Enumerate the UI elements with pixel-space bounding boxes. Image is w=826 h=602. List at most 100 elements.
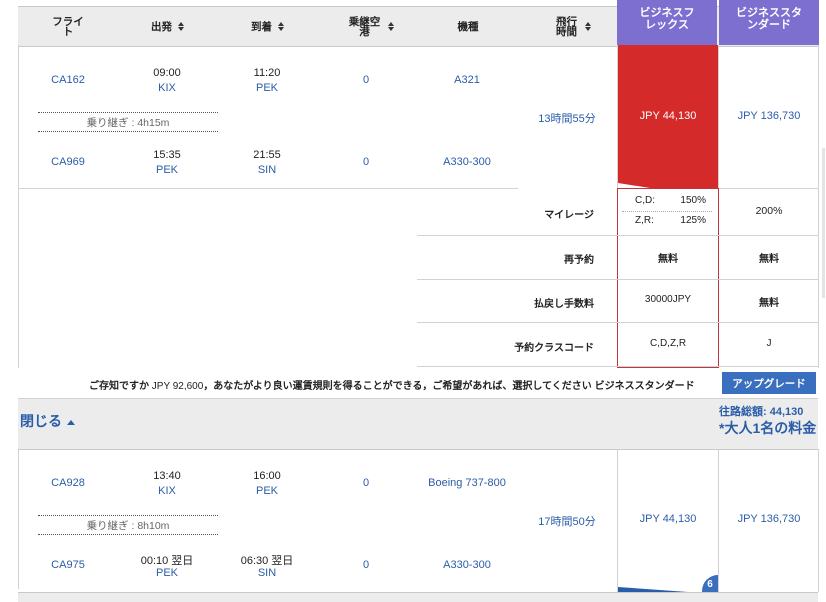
fare-cell-business-flex-selected[interactable]: JPY 44,130 — [618, 45, 718, 188]
flight-number-link[interactable]: CA928 — [38, 477, 98, 489]
divider — [18, 188, 518, 189]
fare-cell-business-standard[interactable]: JPY 136,730 — [719, 110, 819, 122]
close-label: 閉じる — [20, 413, 62, 429]
divider — [38, 131, 218, 132]
mileage-percent: 125% — [680, 215, 706, 226]
depart-time: 13:40 — [153, 470, 181, 482]
transit-count: 0 — [362, 559, 370, 571]
depart-airport: KIX — [158, 485, 176, 497]
aircraft-link[interactable]: A321 — [427, 74, 507, 86]
scrollbar[interactable] — [822, 148, 825, 298]
upgrade-button[interactable]: アップグレード — [722, 372, 816, 394]
divider — [417, 235, 818, 236]
class-code-fare1: C,D,Z,R — [649, 338, 687, 349]
sort-icon[interactable] — [387, 22, 395, 31]
mileage-percent: 150% — [680, 195, 706, 206]
class-code-fare2: J — [766, 338, 772, 349]
header-fare-business-standard: ビジネススタンダード — [719, 0, 819, 45]
header-flight: フライト — [38, 7, 98, 46]
mileage-fare2: 200% — [755, 205, 783, 217]
depart-time: 00:10 翌日 — [140, 555, 194, 567]
arrive-airport: PEK — [255, 485, 278, 497]
arrive-airport: PEK — [255, 82, 278, 94]
rule-label-mileage: マイレージ — [544, 210, 594, 221]
header-transit-label: 乗継空港 — [348, 15, 381, 38]
sort-icon[interactable] — [584, 22, 592, 31]
divider — [38, 534, 218, 535]
layover-label: 乗り継ぎ — [86, 117, 129, 129]
upgrade-text: ，あなたがより良い運賃規則を得ることができる，ご希望があれば、選択してください — [203, 381, 592, 392]
divider — [417, 279, 818, 280]
refund-fare2: 無料 — [759, 298, 779, 309]
arrive-time: 16:00 — [253, 470, 281, 482]
depart-airport: PEK — [155, 164, 178, 176]
summary-bar — [18, 398, 818, 450]
header-duration[interactable]: 飛行時間 — [538, 7, 608, 46]
refund-fare1: 30000JPY — [644, 294, 692, 305]
caret-up-icon — [67, 419, 75, 425]
arrive-airport: SIN — [257, 567, 277, 579]
rule-label-rebook: 再予約 — [564, 255, 594, 266]
header-arrive[interactable]: 到着 — [228, 7, 308, 46]
rule-label-refund: 払戻し手数料 — [534, 299, 594, 310]
next-row-header — [18, 593, 818, 602]
header-transit[interactable]: 乗継空港 — [336, 7, 406, 46]
header-fare-business-flex: ビジネスフレックス — [617, 0, 717, 45]
fare-cell-business-standard[interactable]: JPY 136,730 — [719, 513, 819, 525]
header-aircraft: 機種 — [438, 7, 498, 46]
fare-cell-business-flex[interactable]: JPY 44,130 — [618, 513, 718, 525]
header-flight-label: フライト — [52, 15, 84, 38]
layover-time: 4h15m — [137, 117, 170, 129]
layover-label: 乗り継ぎ — [86, 520, 129, 532]
layover-info: 乗り継ぎ : 4h15m — [86, 117, 170, 129]
header-fare1-label: ビジネスフレックス — [639, 6, 695, 31]
depart-time: 09:00 — [153, 67, 181, 79]
header-aircraft-label: 機種 — [457, 20, 479, 33]
divider — [417, 322, 818, 323]
layover-info: 乗り継ぎ : 8h10m — [86, 520, 170, 532]
transit-count: 0 — [362, 156, 370, 168]
upgrade-amount: JPY 92,600 — [151, 381, 204, 392]
upgrade-fare-name: ビジネススタンダード — [594, 381, 695, 392]
flight-number-link[interactable]: CA162 — [38, 74, 98, 86]
aircraft-link[interactable]: Boeing 737-800 — [417, 477, 517, 489]
divider — [718, 188, 818, 189]
header-depart[interactable]: 出発 — [128, 7, 208, 46]
header-duration-label: 飛行時間 — [556, 15, 577, 38]
per-adult-note: *大人1名の料金 — [719, 420, 817, 436]
divider — [38, 112, 218, 113]
aircraft-link[interactable]: A330-300 — [427, 559, 507, 571]
flight-duration-link[interactable]: 17時間50分 — [527, 513, 607, 529]
layover-time: 8h10m — [137, 520, 170, 532]
divider — [38, 515, 218, 516]
header-depart-label: 出発 — [151, 20, 172, 33]
divider — [417, 366, 818, 367]
aircraft-link[interactable]: A330-300 — [427, 156, 507, 168]
depart-airport: KIX — [158, 82, 176, 94]
rule-label-class-code: 予約クラスコード — [514, 343, 594, 354]
upgrade-message: ご存知ですか JPY 92,600，あなたがより良い運賃規則を得ることができる，… — [89, 377, 719, 392]
depart-time: 15:35 — [153, 149, 181, 161]
arrive-time: 06:30 翌日 — [240, 555, 294, 567]
fare-price: JPY 44,130 — [639, 110, 697, 122]
depart-airport: PEK — [155, 567, 178, 579]
divider — [622, 211, 712, 212]
flight-number-link[interactable]: CA975 — [38, 559, 98, 571]
sort-icon[interactable] — [178, 22, 185, 31]
upgrade-text: ご存知ですか — [89, 381, 149, 392]
arrive-time: 11:20 — [253, 67, 281, 79]
flight-number-link[interactable]: CA969 — [38, 156, 98, 168]
table-border-left — [18, 45, 19, 589]
flight-duration-link[interactable]: 13時間55分 — [527, 110, 607, 126]
mileage-code: C,D: — [635, 195, 655, 206]
close-toggle[interactable]: 閉じる — [20, 411, 75, 431]
mileage-code: Z,R: — [635, 215, 654, 226]
total-amount: 往路総額: 44,130 — [719, 406, 804, 418]
seats-left-badge: 6 — [702, 575, 718, 592]
header-fare2-label: ビジネススタンダード — [736, 6, 802, 31]
header-arrive-label: 到着 — [251, 20, 272, 33]
transit-count: 0 — [362, 74, 370, 86]
fare-cell-accent — [618, 587, 688, 592]
sort-icon[interactable] — [278, 22, 285, 31]
rebook-fare1: 無料 — [658, 254, 678, 265]
